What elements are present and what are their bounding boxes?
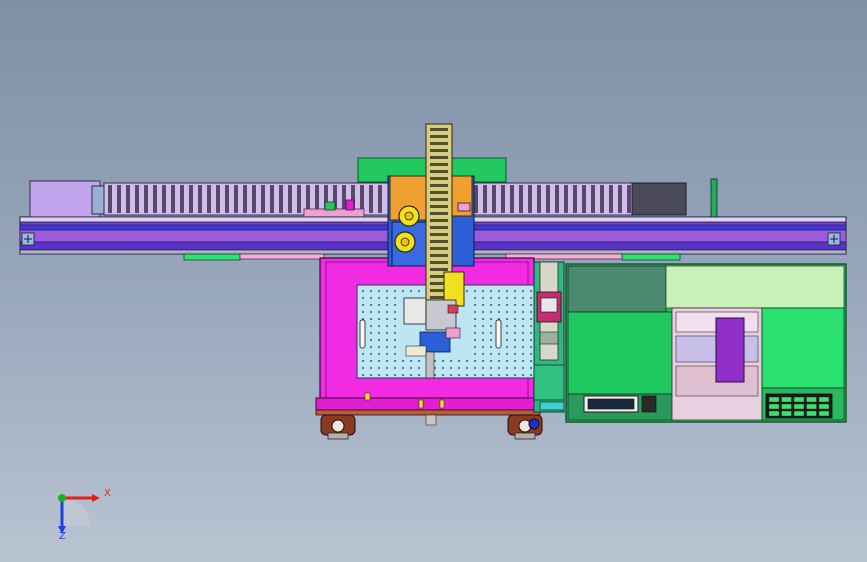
x-axis-label: X xyxy=(104,488,111,499)
slot-left xyxy=(359,319,366,349)
z-axis-label: Z xyxy=(59,531,66,542)
side-column xyxy=(533,261,565,413)
table-yellow-pin-3 xyxy=(364,392,371,401)
caster-left xyxy=(320,414,356,440)
y-axis-dot xyxy=(58,494,66,502)
right-green-post xyxy=(710,178,718,218)
under-beam-green-right xyxy=(621,253,681,261)
caster-right xyxy=(507,414,543,440)
machine-model[interactable] xyxy=(0,0,867,562)
green-part-left xyxy=(324,201,336,211)
slot-right xyxy=(495,319,502,349)
table-leg-stub xyxy=(425,414,437,426)
table-yellow-pin-2 xyxy=(439,399,445,409)
left-end-block xyxy=(29,180,101,218)
under-beam-green-left xyxy=(183,253,241,261)
right-chain-end xyxy=(631,182,687,216)
beam-end-plus-right xyxy=(827,232,841,246)
beam-end-plus-left xyxy=(21,232,35,246)
coordinate-triad[interactable] xyxy=(58,494,100,534)
magenta-part-left xyxy=(345,199,355,211)
cad-viewport[interactable]: X Z xyxy=(0,0,867,562)
table-yellow-pin-1 xyxy=(418,399,424,409)
under-beam-pink-left xyxy=(239,253,325,260)
keypad xyxy=(768,396,830,417)
